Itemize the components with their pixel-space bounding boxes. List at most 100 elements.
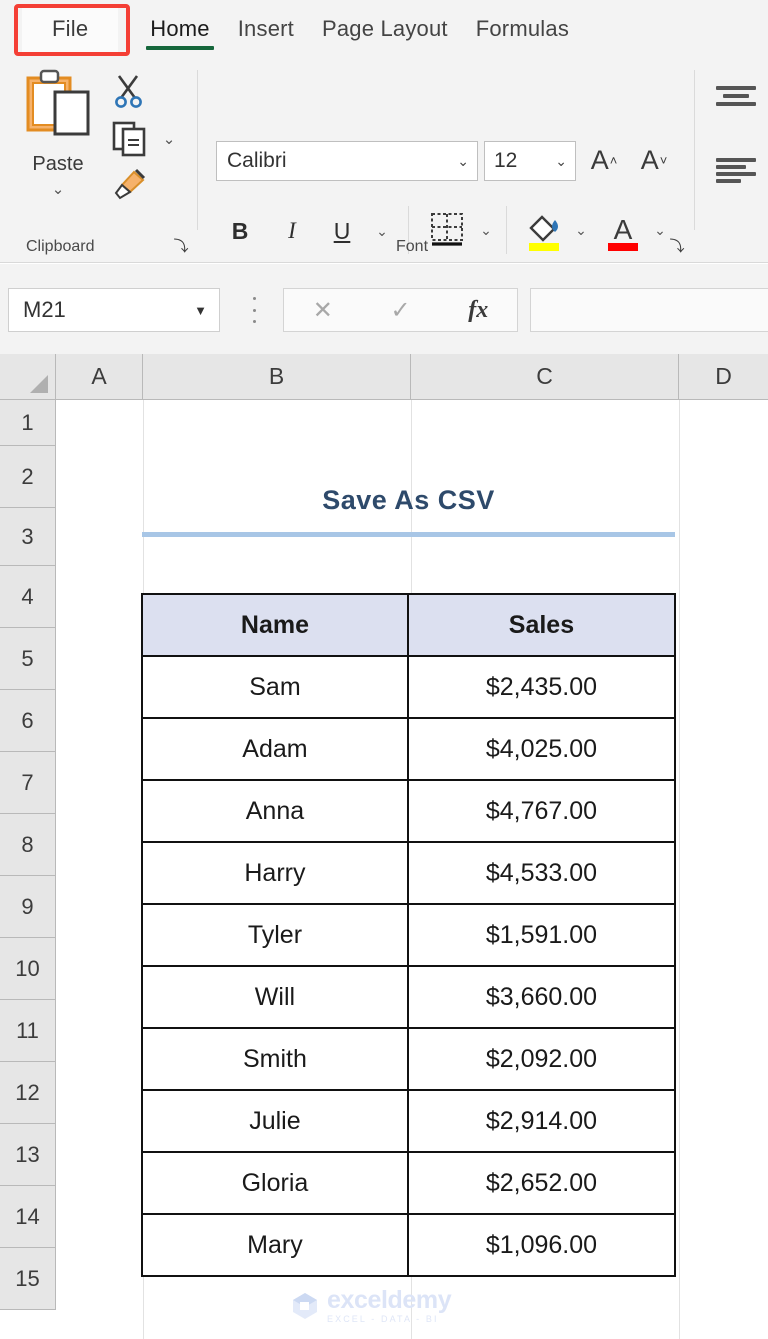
font-color-button[interactable]: A xyxy=(604,210,642,252)
group-divider-clipboard xyxy=(197,70,198,230)
table-row: Julie $2,914.00 xyxy=(141,1089,677,1153)
font-dialog-launcher[interactable]: ⤵ xyxy=(668,236,686,255)
paintbrush-icon xyxy=(110,168,148,208)
svg-text:A: A xyxy=(614,214,633,245)
font-name-input[interactable]: Calibri ⌄ xyxy=(216,141,478,181)
borders-button[interactable] xyxy=(428,210,468,250)
cell-sales[interactable]: $4,767.00 xyxy=(406,779,677,843)
row-header-2[interactable]: 2 xyxy=(0,446,56,508)
enter-formula-button[interactable]: ✓ xyxy=(391,296,411,325)
cell-name[interactable]: Adam xyxy=(141,717,409,781)
table-row: Anna $4,767.00 xyxy=(141,779,677,843)
name-box-caret-icon[interactable]: ▼ xyxy=(194,303,219,318)
font-color-dropdown-caret[interactable]: ⌄ xyxy=(650,220,670,240)
row-header-15[interactable]: 15 xyxy=(0,1248,56,1310)
cell-name[interactable]: Harry xyxy=(141,841,409,905)
font-divider-2 xyxy=(506,206,507,254)
group-divider-font xyxy=(694,70,695,230)
grow-font-button[interactable]: A ˄ xyxy=(584,140,624,180)
align-left-button[interactable] xyxy=(716,154,756,186)
format-painter-button[interactable] xyxy=(110,166,150,208)
cell-sales[interactable]: $4,533.00 xyxy=(406,841,677,905)
cell-sales[interactable]: $1,096.00 xyxy=(406,1213,677,1277)
font-size-input[interactable]: 12 ⌄ xyxy=(484,141,576,181)
paste-dropdown-caret[interactable]: ⌄ xyxy=(52,182,65,197)
underline-dropdown-caret[interactable]: ⌄ xyxy=(372,221,392,241)
row-header-1[interactable]: 1 xyxy=(0,400,56,446)
gridline-d xyxy=(679,400,680,1339)
cell-name[interactable]: Tyler xyxy=(141,903,409,967)
font-size-caret[interactable]: ⌄ xyxy=(555,154,575,168)
formula-bar-area: M21 ▼ ✕ ✓ fx xyxy=(0,264,768,354)
row-header-9[interactable]: 9 xyxy=(0,876,56,938)
formula-input[interactable] xyxy=(530,288,768,332)
row-header-7[interactable]: 7 xyxy=(0,752,56,814)
cancel-formula-button[interactable]: ✕ xyxy=(313,296,333,325)
paste-button[interactable]: Paste ⌄ xyxy=(14,68,102,220)
ribbon-body: Paste ⌄ ⌄ Clipboard ⤵ Calibri ⌄ 12 ⌄ A ˄… xyxy=(0,58,768,263)
watermark-name: exceldemy xyxy=(327,1286,452,1314)
tab-insert[interactable]: Insert xyxy=(224,6,308,52)
column-header-row: A B C D xyxy=(0,354,768,400)
cell-name[interactable]: Sam xyxy=(141,655,409,719)
table-row: Will $3,660.00 xyxy=(141,965,677,1029)
cut-button[interactable] xyxy=(110,72,150,112)
grow-font-mark: ˄ xyxy=(609,152,618,168)
cell-name[interactable]: Mary xyxy=(141,1213,409,1277)
borders-dropdown-caret[interactable]: ⌄ xyxy=(476,220,496,240)
cell-sales[interactable]: $1,591.00 xyxy=(406,903,677,967)
top-align-button[interactable] xyxy=(716,80,756,112)
copy-button[interactable] xyxy=(110,118,150,160)
insert-function-button[interactable]: fx xyxy=(468,297,488,324)
row-header-6[interactable]: 6 xyxy=(0,690,56,752)
cell-sales[interactable]: $2,652.00 xyxy=(406,1151,677,1215)
grow-font-label: A xyxy=(590,144,609,175)
cell-name[interactable]: Gloria xyxy=(141,1151,409,1215)
tab-page-layout[interactable]: Page Layout xyxy=(308,6,462,52)
cell-name[interactable]: Will xyxy=(141,965,409,1029)
bold-button[interactable]: B xyxy=(222,213,258,249)
column-header-b[interactable]: B xyxy=(143,354,411,400)
column-header-sales: Sales xyxy=(406,593,677,657)
borders-icon xyxy=(428,213,466,252)
cell-name[interactable]: Anna xyxy=(141,779,409,843)
italic-button[interactable]: I xyxy=(274,213,310,249)
fill-color-icon xyxy=(525,215,563,256)
watermark-tagline: EXCEL - DATA - BI xyxy=(327,1314,439,1324)
row-header-3[interactable]: 3 xyxy=(0,508,56,566)
column-header-a[interactable]: A xyxy=(56,354,143,400)
copy-dropdown-caret[interactable]: ⌄ xyxy=(158,128,180,150)
font-name-caret[interactable]: ⌄ xyxy=(457,154,477,168)
cell-name[interactable]: Smith xyxy=(141,1027,409,1091)
row-header-13[interactable]: 13 xyxy=(0,1124,56,1186)
tab-home[interactable]: Home xyxy=(136,6,224,52)
fill-color-button[interactable] xyxy=(525,210,563,252)
name-box-value: M21 xyxy=(23,297,66,322)
column-header-d[interactable]: D xyxy=(679,354,768,400)
font-name-value: Calibri xyxy=(227,149,287,172)
copy-icon xyxy=(110,121,148,162)
cell-sales[interactable]: $2,092.00 xyxy=(406,1027,677,1091)
select-all-triangle-icon[interactable] xyxy=(0,354,56,400)
cell-sales[interactable]: $4,025.00 xyxy=(406,717,677,781)
name-box[interactable]: M21 ▼ xyxy=(8,288,220,332)
row-header-8[interactable]: 8 xyxy=(0,814,56,876)
shrink-font-button[interactable]: A ˅ xyxy=(634,140,674,180)
cell-name[interactable]: Julie xyxy=(141,1089,409,1153)
underline-button[interactable]: U xyxy=(324,213,360,249)
fill-color-dropdown-caret[interactable]: ⌄ xyxy=(571,220,591,240)
column-header-c[interactable]: C xyxy=(411,354,679,400)
clipboard-dialog-launcher[interactable]: ⤵ xyxy=(172,236,190,255)
row-header-4[interactable]: 4 xyxy=(0,566,56,628)
row-header-5[interactable]: 5 xyxy=(0,628,56,690)
row-header-11[interactable]: 11 xyxy=(0,1000,56,1062)
row-header-10[interactable]: 10 xyxy=(0,938,56,1000)
tab-formulas[interactable]: Formulas xyxy=(462,6,583,52)
row-header-12[interactable]: 12 xyxy=(0,1062,56,1124)
cell-sales[interactable]: $2,435.00 xyxy=(406,655,677,719)
cell-sales[interactable]: $2,914.00 xyxy=(406,1089,677,1153)
formula-bar-handle[interactable] xyxy=(248,297,260,323)
row-header-14[interactable]: 14 xyxy=(0,1186,56,1248)
tab-file[interactable]: File xyxy=(22,6,119,52)
cell-sales[interactable]: $3,660.00 xyxy=(406,965,677,1029)
